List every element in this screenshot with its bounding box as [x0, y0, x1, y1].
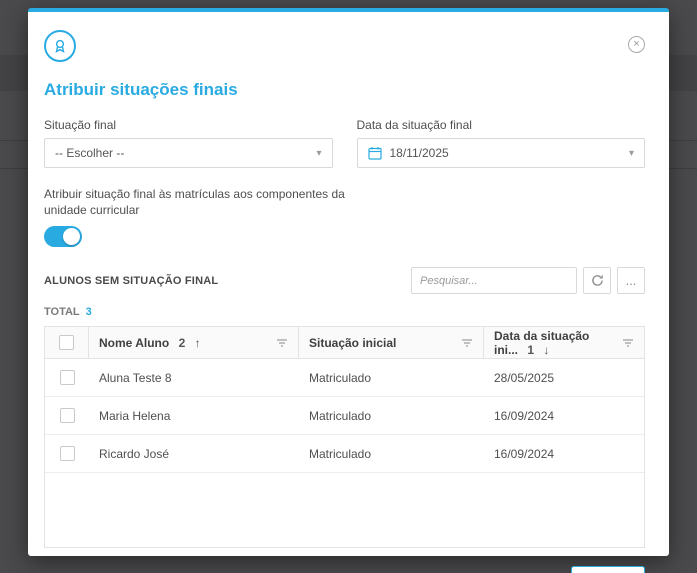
refresh-button[interactable]	[583, 267, 611, 295]
total-count: 3	[85, 306, 92, 319]
students-table: Nome Aluno 2 ↑ Situação inicial Data da …	[44, 326, 645, 549]
cell-nome: Ricardo José	[99, 446, 170, 461]
chevron-down-icon: ▾	[316, 147, 322, 159]
cell-data: 16/09/2024	[494, 446, 555, 461]
total-label: TOTAL	[44, 306, 80, 319]
sort-order-badge: 2	[178, 335, 186, 350]
cell-situacao: Matriculado	[309, 370, 372, 385]
row-checkbox[interactable]	[59, 370, 75, 386]
column-header-situacao[interactable]: Situação inicial	[299, 327, 484, 359]
close-icon[interactable]: ×	[628, 36, 645, 53]
cell-data: 16/09/2024	[494, 408, 555, 423]
sort-desc-icon: ↓	[543, 342, 550, 357]
column-header-nome[interactable]: Nome Aluno 2 ↑	[89, 327, 299, 359]
situations-badge-icon	[44, 30, 76, 62]
cell-data: 28/05/2025	[494, 370, 555, 385]
data-situacao-value: 18/11/2025	[389, 146, 449, 160]
column-label: Data da situação ini...	[494, 328, 590, 357]
chevron-down-icon: ▾	[628, 147, 634, 159]
page-title: Atribuir situações finais	[44, 80, 238, 99]
filter-icon[interactable]	[622, 337, 634, 349]
table-header-row: Nome Aluno 2 ↑ Situação inicial Data da …	[45, 327, 644, 360]
cell-situacao: Matriculado	[309, 408, 372, 423]
data-situacao-datepicker[interactable]: 18/11/2025 ▾	[356, 138, 645, 168]
table-row[interactable]: Maria Helena Matriculado 16/09/2024	[45, 397, 644, 436]
cell-nome: Aluna Teste 8	[99, 370, 172, 385]
column-label: Nome Aluno	[99, 335, 170, 350]
toggle-description: Atribuir situação final às matrículas ao…	[44, 187, 345, 218]
sort-asc-icon: ↑	[194, 335, 201, 350]
row-checkbox[interactable]	[59, 446, 75, 462]
table-row[interactable]: Aluna Teste 8 Matriculado 28/05/2025	[45, 359, 644, 398]
filter-icon[interactable]	[461, 337, 473, 349]
filter-icon[interactable]	[276, 337, 288, 349]
toggle-knob	[63, 228, 80, 246]
table-row[interactable]: Ricardo José Matriculado 16/09/2024	[45, 435, 644, 474]
sort-order-badge: 1	[527, 342, 535, 357]
situacao-final-select[interactable]: -- Escolher -- ▾	[44, 138, 333, 168]
apply-to-components-toggle[interactable]	[44, 226, 82, 248]
select-all-checkbox[interactable]	[59, 335, 74, 351]
search-input[interactable]	[411, 267, 577, 295]
calendar-icon	[367, 146, 382, 160]
row-checkbox[interactable]	[59, 408, 75, 424]
cell-situacao: Matriculado	[309, 446, 372, 461]
assign-final-situations-modal: × Atribuir situações finais Situação fin…	[28, 8, 669, 573]
students-section-title: ALUNOS SEM SITUAÇÃO FINAL	[44, 274, 219, 287]
cell-nome: Maria Helena	[99, 408, 171, 423]
situacao-final-value: -- Escolher --	[55, 146, 125, 160]
situacao-final-label: Situação final	[44, 118, 117, 132]
column-header-data[interactable]: Data da situação ini... 1 ↓	[484, 327, 644, 358]
save-button[interactable]: Guardar	[570, 566, 645, 573]
column-label: Situação inicial	[309, 335, 397, 350]
more-options-button[interactable]: ...	[617, 267, 645, 295]
data-situacao-label: Data da situação final	[356, 118, 472, 132]
